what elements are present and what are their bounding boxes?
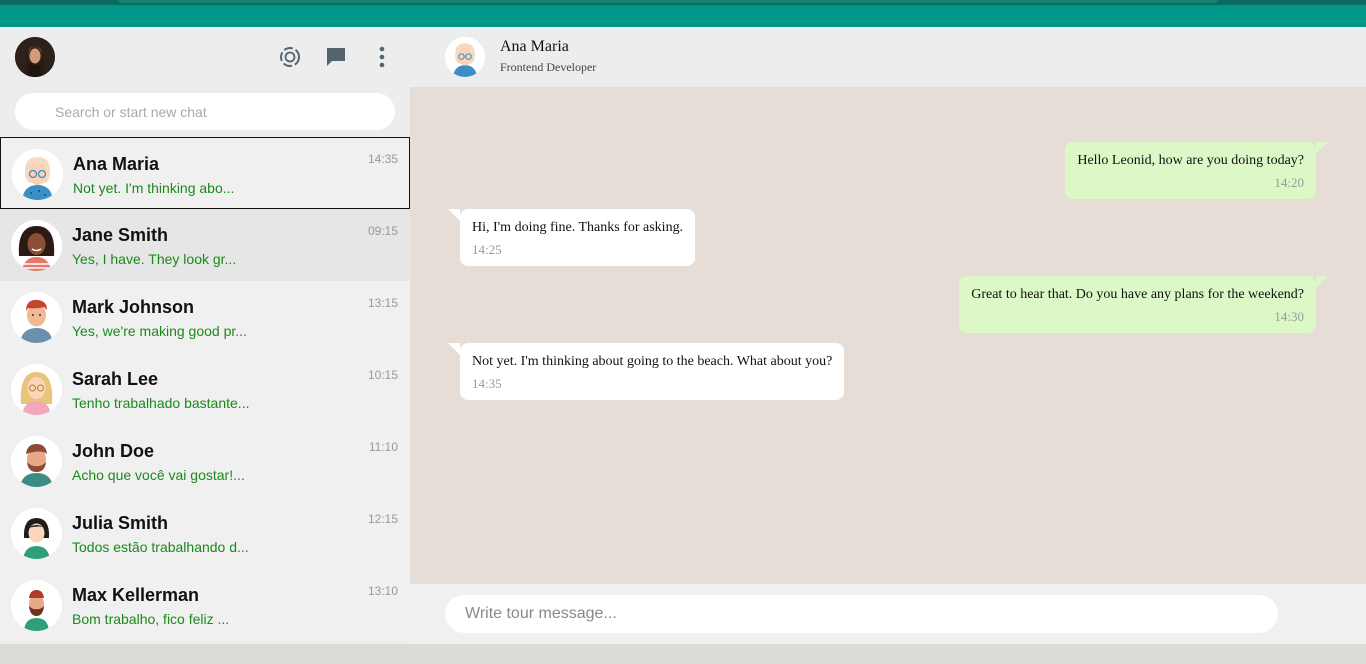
message-time: 14:35 [472, 376, 502, 391]
chat-name: Ana Maria [73, 154, 160, 174]
message-bubble-outgoing: Great to hear that. Do you have any plan… [959, 276, 1328, 333]
message-text: Great to hear that. Do you have any plan… [971, 287, 1304, 302]
chat-preview: Acho que você vai gostar!... [72, 467, 245, 483]
chat-time: 11:10 [368, 440, 398, 454]
chat-item-julia-smith[interactable]: Julia Smith Todos estão trabalhando d...… [0, 497, 410, 569]
chat-preview: Todos estão trabalhando d... [72, 539, 249, 555]
message-text: Hi, I'm doing fine. Thanks for asking. [472, 220, 684, 235]
my-avatar[interactable] [15, 37, 55, 77]
chat-item-john-doe[interactable]: John Doe Acho que você vai gostar!... 11… [0, 425, 410, 497]
chat-app: Ana Maria Not yet. I'm thinking abo... 1… [0, 27, 1366, 644]
contact-avatar[interactable] [445, 37, 485, 77]
chat-item-sarah-lee[interactable]: Sarah Lee Tenho trabalhado bastante... 1… [0, 353, 410, 425]
avatar [11, 292, 62, 343]
chat-name: Sarah Lee [72, 369, 159, 389]
chat-name: Julia Smith [72, 513, 169, 533]
chat-time: 09:15 [367, 224, 398, 238]
avatar [11, 580, 62, 631]
search-input[interactable] [15, 93, 395, 130]
chat-item-ana-maria[interactable]: Ana Maria Not yet. I'm thinking abo... 1… [0, 137, 410, 209]
avatar [11, 364, 62, 415]
avatar [12, 149, 63, 200]
contact-name: Ana Maria [500, 38, 569, 55]
chat-time: 13:10 [367, 584, 398, 598]
chat-name: Jane Smith [72, 225, 169, 245]
chat-preview: Yes, we're making good pr... [72, 323, 247, 339]
message-text: Hello Leonid, how are you doing today? [1077, 153, 1304, 168]
chat-time: 14:35 [367, 152, 398, 166]
chat-preview: Tenho trabalhado bastante... [72, 395, 250, 411]
top-strip-highlight [118, 0, 1218, 3]
chat-time: 12:15 [367, 512, 398, 526]
chat-time: 13:15 [367, 296, 398, 310]
message-text: Not yet. I'm thinking about going to the… [472, 354, 833, 369]
chat-preview: Bom trabalho, fico feliz ... [72, 611, 230, 627]
chat-item-jane-smith[interactable]: Jane Smith Yes, I have. They look gr... … [0, 209, 410, 281]
conversation-header: Ana Maria Frontend Developer [410, 27, 1366, 87]
message-composer [410, 584, 1366, 644]
chat-list: Ana Maria Not yet. I'm thinking abo... 1… [0, 137, 410, 641]
chat-time: 10:15 [367, 368, 398, 382]
message-time: 14:20 [1274, 175, 1304, 190]
contact-role: Frontend Developer [500, 60, 597, 74]
chat-preview: Yes, I have. They look gr... [72, 251, 237, 267]
search-bar [0, 87, 410, 137]
new-chat-icon[interactable] [324, 45, 348, 69]
message-time: 14:30 [1274, 309, 1304, 324]
avatar [11, 220, 62, 271]
message-bubble-outgoing: Hello Leonid, how are you doing today? 1… [1065, 142, 1328, 199]
sidebar-header [0, 27, 410, 87]
status-icon[interactable] [278, 45, 302, 69]
message-input[interactable] [445, 595, 1278, 633]
chat-name: John Doe [72, 441, 155, 461]
chat-name: Max Kellerman [72, 585, 200, 605]
message-bubble-incoming: Not yet. I'm thinking about going to the… [447, 343, 845, 400]
chat-item-max-kellerman[interactable]: Max Kellerman Bom trabalho, fico feliz .… [0, 569, 410, 641]
message-area: Hello Leonid, how are you doing today? 1… [410, 87, 1366, 584]
message-time: 14:25 [472, 242, 502, 257]
chat-preview: Not yet. I'm thinking abo... [73, 180, 235, 196]
conversation-panel: Ana Maria Frontend Developer Hello Leoni… [410, 27, 1366, 644]
sidebar: Ana Maria Not yet. I'm thinking abo... 1… [0, 27, 410, 644]
menu-dots-icon[interactable] [370, 45, 394, 69]
browser-top-bar [0, 0, 1366, 27]
avatar [11, 436, 62, 487]
message-bubble-incoming: Hi, I'm doing fine. Thanks for asking. 1… [447, 209, 696, 266]
chat-name: Mark Johnson [72, 297, 195, 317]
chat-item-mark-johnson[interactable]: Mark Johnson Yes, we're making good pr..… [0, 281, 410, 353]
avatar [11, 508, 62, 559]
